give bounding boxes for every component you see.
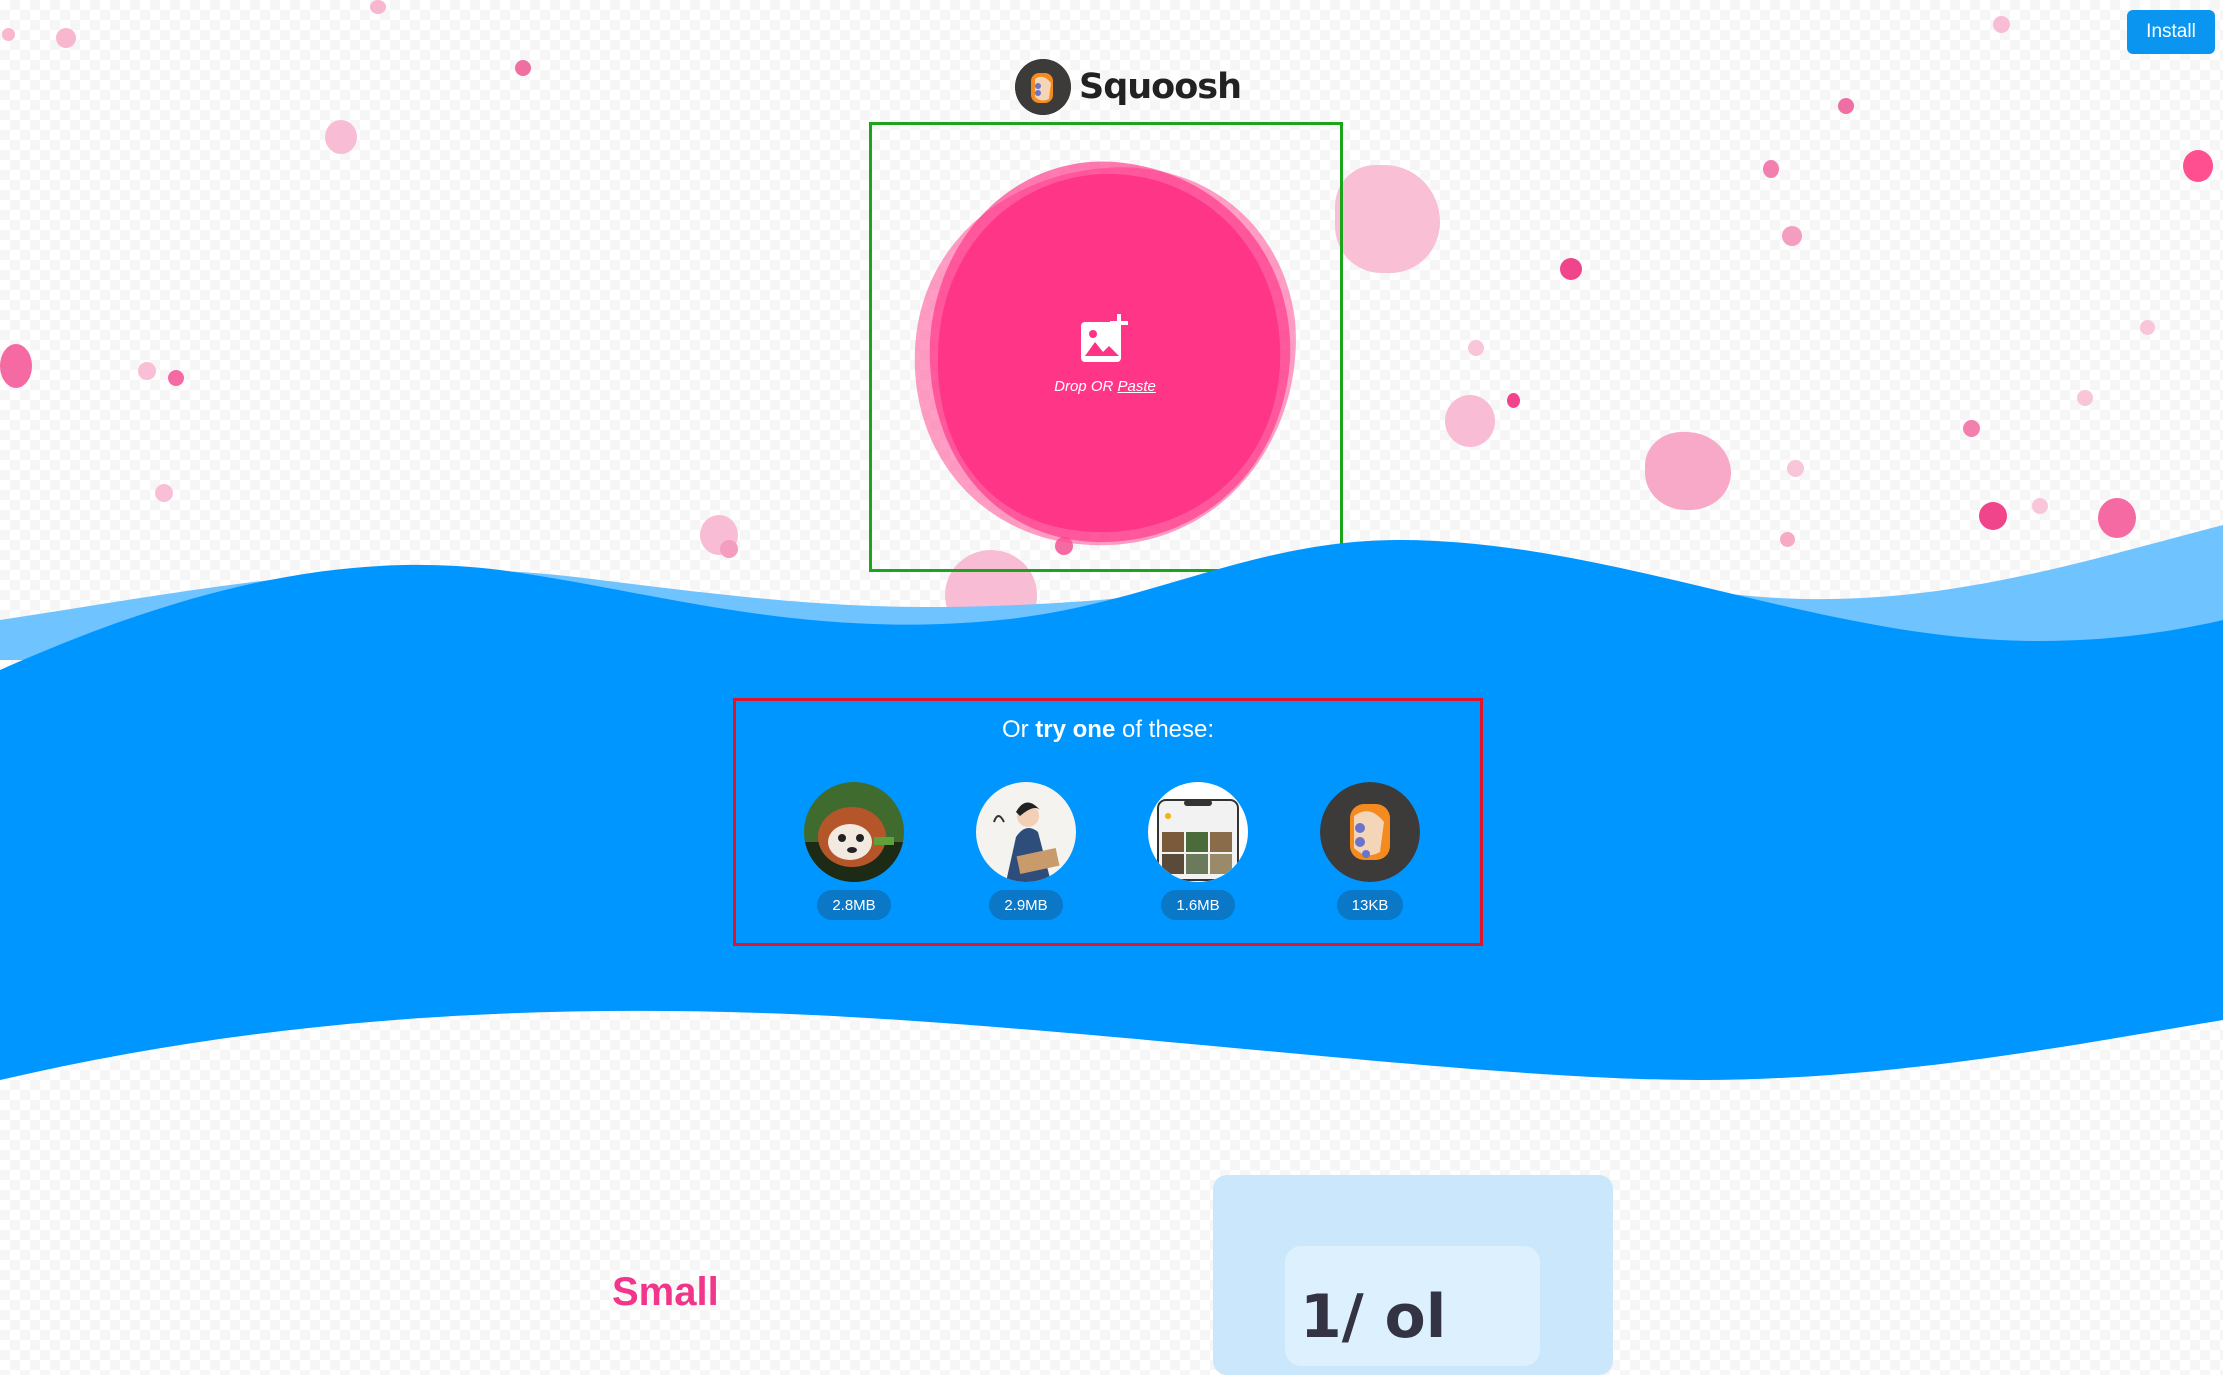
squoosh-logo-icon xyxy=(1015,59,1071,115)
paste-link[interactable]: Paste xyxy=(1118,378,1156,395)
demo-title-bold: try one xyxy=(1035,716,1116,743)
red-panda-thumbnail xyxy=(804,782,904,882)
demo-item-squoosh-logo[interactable]: 13KB xyxy=(1320,782,1420,920)
demo-section-title: Or try one of these: xyxy=(733,716,1483,744)
demo-item-illustration[interactable]: 2.9MB xyxy=(976,782,1076,920)
demo-item-red-panda[interactable]: 2.8MB xyxy=(804,782,904,920)
drop-zone[interactable]: Drop OR Paste xyxy=(910,160,1300,548)
demo-size-badge: 2.9MB xyxy=(989,890,1063,920)
drop-zone-label: Drop OR Paste xyxy=(1054,378,1156,395)
add-image-icon xyxy=(1081,313,1128,362)
device-screen-thumbnail xyxy=(1148,782,1248,882)
install-button[interactable]: Install xyxy=(2127,10,2215,54)
demo-item-device-screen[interactable]: 1.6MB xyxy=(1148,782,1248,920)
drop-zone-prefix: Drop OR xyxy=(1054,377,1114,395)
squoosh-logo-thumbnail xyxy=(1320,782,1420,882)
app-logo: Squoosh xyxy=(1015,58,1242,116)
demo-title-suffix: of these: xyxy=(1121,716,1215,743)
demo-size-badge: 1.6MB xyxy=(1161,890,1235,920)
feature-card-text: 1/ ol xyxy=(1300,1282,1447,1352)
demo-size-badge: 2.8MB xyxy=(817,890,891,920)
demo-size-badge: 13KB xyxy=(1336,890,1404,920)
demo-title-prefix: Or xyxy=(1001,716,1029,743)
illustration-thumbnail xyxy=(976,782,1076,882)
feature-title: Small xyxy=(612,1270,719,1314)
app-name: Squoosh xyxy=(1079,67,1242,107)
